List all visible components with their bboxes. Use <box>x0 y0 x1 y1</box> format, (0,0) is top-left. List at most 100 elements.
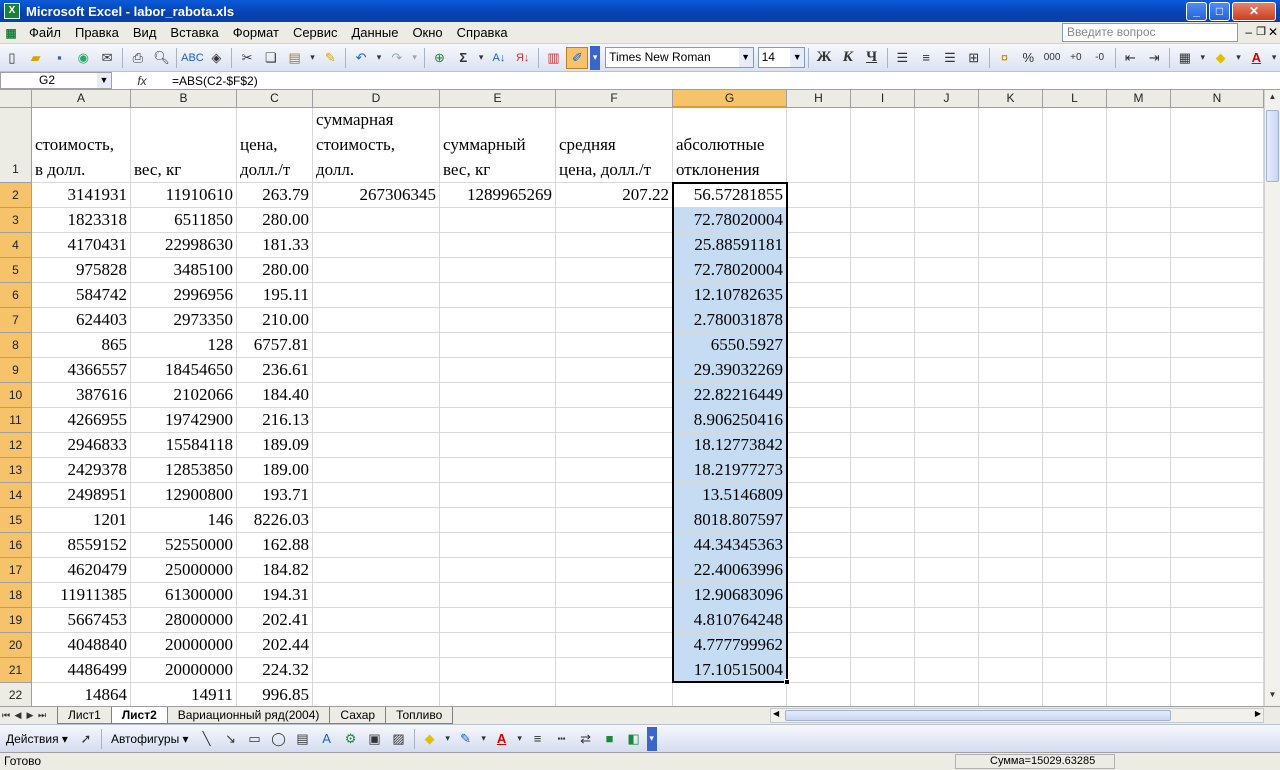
draw-fill-color-icon[interactable]: ◆ <box>419 728 441 750</box>
cell-k9[interactable] <box>979 358 1043 383</box>
cell-n13[interactable] <box>1171 458 1264 483</box>
cell-n6[interactable] <box>1171 283 1264 308</box>
cell-b7[interactable]: 2973350 <box>131 308 237 333</box>
column-header-l[interactable]: L <box>1043 90 1107 108</box>
scroll-down-icon[interactable]: ▼ <box>1266 690 1279 704</box>
cell-g21[interactable]: 17.10515004 <box>673 658 787 683</box>
cell-c18[interactable]: 194.31 <box>237 583 313 608</box>
cell-j9[interactable] <box>915 358 979 383</box>
cell-a15[interactable]: 1201 <box>32 508 131 533</box>
cell-a11[interactable]: 4266955 <box>32 408 131 433</box>
cell-l16[interactable] <box>1043 533 1107 558</box>
excel-app-icon[interactable]: X <box>4 3 20 19</box>
cell-d20[interactable] <box>313 633 440 658</box>
cell-b8[interactable]: 128 <box>131 333 237 358</box>
currency-icon[interactable]: ¤ <box>994 47 1016 69</box>
cell-f19[interactable] <box>556 608 673 633</box>
cell-k4[interactable] <box>979 233 1043 258</box>
cell-j3[interactable] <box>915 208 979 233</box>
cell-g14[interactable]: 13.5146809 <box>673 483 787 508</box>
cell-a10[interactable]: 387616 <box>32 383 131 408</box>
menu-insert[interactable]: Вставка <box>163 23 225 43</box>
cell-m20[interactable] <box>1107 633 1171 658</box>
cell-c2[interactable]: 263.79 <box>237 183 313 208</box>
doc-minimize-button[interactable]: – <box>1245 25 1252 39</box>
rectangle-icon[interactable]: ▭ <box>244 728 266 750</box>
autosum-icon[interactable]: Σ <box>452 47 474 69</box>
cell-h13[interactable] <box>787 458 851 483</box>
cell-c5[interactable]: 280.00 <box>237 258 313 283</box>
cell-l2[interactable] <box>1043 183 1107 208</box>
cell-f10[interactable] <box>556 383 673 408</box>
cell-c10[interactable]: 184.40 <box>237 383 313 408</box>
cell-a9[interactable]: 4366557 <box>32 358 131 383</box>
print-preview-icon[interactable]: 🔍︎ <box>151 47 173 69</box>
cell-e5[interactable] <box>440 258 556 283</box>
row-header[interactable]: 17 <box>0 558 32 583</box>
cell-e4[interactable] <box>440 233 556 258</box>
cell-f20[interactable] <box>556 633 673 658</box>
cell-n14[interactable] <box>1171 483 1264 508</box>
cell-f14[interactable] <box>556 483 673 508</box>
cell-g15[interactable]: 8018.807597 <box>673 508 787 533</box>
cell-l19[interactable] <box>1043 608 1107 633</box>
redo-icon[interactable]: ↷ <box>386 47 408 69</box>
cell-n15[interactable] <box>1171 508 1264 533</box>
column-header-j[interactable]: J <box>915 90 979 108</box>
cell-i19[interactable] <box>851 608 915 633</box>
cell-l14[interactable] <box>1043 483 1107 508</box>
cell-m21[interactable] <box>1107 658 1171 683</box>
cell-e9[interactable] <box>440 358 556 383</box>
cell-d10[interactable] <box>313 383 440 408</box>
cell-j2[interactable] <box>915 183 979 208</box>
cell-c12[interactable]: 189.09 <box>237 433 313 458</box>
cell-h9[interactable] <box>787 358 851 383</box>
cell-k11[interactable] <box>979 408 1043 433</box>
last-sheet-icon[interactable]: ⏭ <box>36 710 48 721</box>
cell-k19[interactable] <box>979 608 1043 633</box>
cell-m13[interactable] <box>1107 458 1171 483</box>
italic-button[interactable]: К <box>837 47 859 69</box>
spelling-icon[interactable]: ABC <box>181 47 204 69</box>
cell-i10[interactable] <box>851 383 915 408</box>
cell-f2[interactable]: 207.22 <box>556 183 673 208</box>
cell-i15[interactable] <box>851 508 915 533</box>
sheet-tab-fuel[interactable]: Топливо <box>385 707 454 724</box>
cell-d5[interactable] <box>313 258 440 283</box>
thousands-button[interactable]: 000 <box>1041 47 1063 69</box>
menu-window[interactable]: Окно <box>405 23 449 43</box>
cell-e12[interactable] <box>440 433 556 458</box>
row-header[interactable]: 5 <box>0 258 32 283</box>
cell-l11[interactable] <box>1043 408 1107 433</box>
research-icon[interactable]: ◈ <box>205 47 227 69</box>
cell-b14[interactable]: 12900800 <box>131 483 237 508</box>
cell-h18[interactable] <box>787 583 851 608</box>
row-header[interactable]: 9 <box>0 358 32 383</box>
cell-h22[interactable] <box>787 683 851 706</box>
open-folder-icon[interactable]: ▰ <box>25 47 47 69</box>
cell-b10[interactable]: 2102066 <box>131 383 237 408</box>
draw-actions-menu[interactable]: Действия ▾ <box>0 732 74 746</box>
menu-tools[interactable]: Сервис <box>286 23 345 43</box>
cell-h16[interactable] <box>787 533 851 558</box>
maximize-button[interactable]: □ <box>1209 2 1230 21</box>
cell-c15[interactable]: 8226.03 <box>237 508 313 533</box>
chart-wizard-icon[interactable]: ▥ <box>543 47 565 69</box>
cell-d15[interactable] <box>313 508 440 533</box>
cell-i5[interactable] <box>851 258 915 283</box>
cell-d16[interactable] <box>313 533 440 558</box>
line-color-icon[interactable]: ✎ <box>455 728 477 750</box>
cell-f11[interactable] <box>556 408 673 433</box>
row-header[interactable]: 1 <box>0 108 32 183</box>
cell-h6[interactable] <box>787 283 851 308</box>
save-icon[interactable]: ▪ <box>49 47 71 69</box>
sheet-tab-list1[interactable]: Лист1 <box>57 707 112 724</box>
cell-g17[interactable]: 22.40063996 <box>673 558 787 583</box>
cell-h17[interactable] <box>787 558 851 583</box>
undo-icon[interactable]: ↶ <box>350 47 372 69</box>
cell-k20[interactable] <box>979 633 1043 658</box>
cell-b19[interactable]: 28000000 <box>131 608 237 633</box>
horizontal-scrollbar[interactable]: ◀ ▶ <box>770 708 1264 723</box>
cell-e6[interactable] <box>440 283 556 308</box>
cell-b4[interactable]: 22998630 <box>131 233 237 258</box>
